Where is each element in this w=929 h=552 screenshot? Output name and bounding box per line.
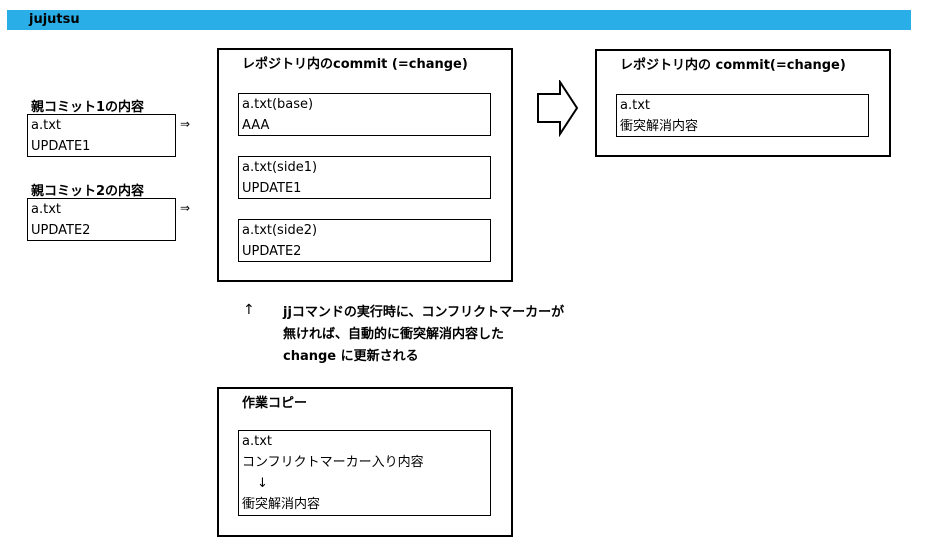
note-line-3: change に更新される bbox=[283, 349, 419, 364]
parent1-box: a.txt UPDATE1 bbox=[27, 114, 176, 157]
note-line-2: 無ければ、自動的に衝突解消内容した bbox=[283, 327, 505, 342]
repo-file-base: a.txt(base) AAA bbox=[238, 93, 491, 136]
repo-file-side2-name: a.txt(side2) bbox=[242, 223, 318, 238]
result-commit-title: レポジトリ内の commit(=change) bbox=[620, 58, 846, 73]
up-arrow-icon: ↑ bbox=[243, 302, 255, 318]
repo-file-base-name: a.txt(base) bbox=[242, 97, 314, 112]
note-line-1: jjコマンドの実行時に、コンフリクトマーカーが bbox=[283, 305, 565, 320]
repo-file-base-content: AAA bbox=[242, 118, 270, 133]
parent2-arrow-icon: ⇒ bbox=[180, 201, 191, 215]
result-file-box: a.txt 衝突解消内容 bbox=[616, 94, 869, 137]
result-file-name: a.txt bbox=[620, 98, 650, 113]
parent2-content: UPDATE2 bbox=[31, 223, 91, 238]
parent2-heading: 親コミット2の内容 bbox=[31, 184, 145, 199]
repo-commit-box: レポジトリ内のcommit (=change) a.txt(base) AAA … bbox=[217, 48, 513, 282]
working-copy-file-name: a.txt bbox=[242, 434, 272, 449]
header-bar: jujutsu bbox=[7, 10, 911, 30]
parent2-file: a.txt bbox=[31, 202, 61, 217]
parent1-arrow-icon: ⇒ bbox=[180, 117, 191, 131]
parent1-content: UPDATE1 bbox=[31, 139, 91, 154]
repo-file-side1: a.txt(side1) UPDATE1 bbox=[238, 156, 491, 199]
parent1-heading: 親コミット1の内容 bbox=[31, 100, 145, 115]
repo-file-side1-name: a.txt(side1) bbox=[242, 160, 318, 175]
working-copy-title: 作業コピー bbox=[242, 396, 308, 411]
working-copy-box: 作業コピー a.txt コンフリクトマーカー入り内容 ↓ 衝突解消内容 bbox=[217, 387, 513, 537]
block-arrow-right-icon bbox=[537, 80, 579, 137]
repo-file-side1-content: UPDATE1 bbox=[242, 181, 302, 196]
result-commit-box: レポジトリ内の commit(=change) a.txt 衝突解消内容 bbox=[595, 49, 891, 157]
note-text: jjコマンドの実行時に、コンフリクトマーカーが 無ければ、自動的に衝突解消内容し… bbox=[283, 302, 564, 368]
down-arrow-icon: ↓ bbox=[257, 476, 268, 491]
result-file-content: 衝突解消内容 bbox=[620, 119, 699, 134]
header-title: jujutsu bbox=[29, 12, 80, 27]
working-copy-line1: コンフリクトマーカー入り内容 bbox=[242, 455, 424, 470]
repo-file-side2-content: UPDATE2 bbox=[242, 244, 302, 259]
parent2-box: a.txt UPDATE2 bbox=[27, 198, 176, 241]
working-copy-file-box: a.txt コンフリクトマーカー入り内容 ↓ 衝突解消内容 bbox=[238, 430, 491, 516]
repo-file-side2: a.txt(side2) UPDATE2 bbox=[238, 219, 491, 262]
parent1-file: a.txt bbox=[31, 118, 61, 133]
repo-commit-title: レポジトリ内のcommit (=change) bbox=[242, 57, 468, 72]
working-copy-line2: 衝突解消内容 bbox=[242, 497, 321, 512]
